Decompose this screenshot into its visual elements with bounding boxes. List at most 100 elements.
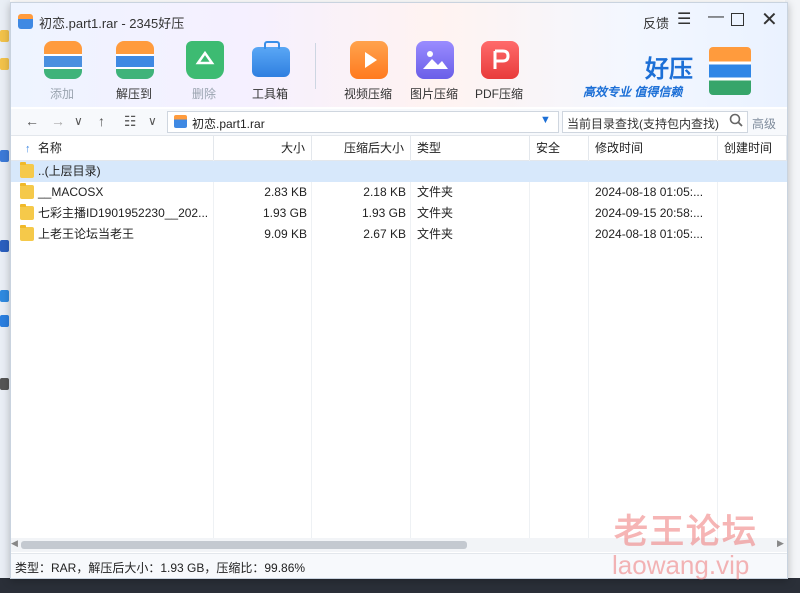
row-name: 上老王论坛当老王 (38, 227, 135, 241)
delete-label: 删除 (191, 87, 216, 101)
window-title: 初恋.part1.rar - 2345好压 (39, 16, 185, 31)
row-modified: 2024-08-18 01:05:... (595, 185, 704, 199)
column-name-label: 名称 (37, 141, 62, 155)
row-size: 2.83 KB (264, 185, 307, 199)
image-compress-label: 图片压缩 (409, 87, 458, 101)
column-header-security[interactable]: 安全 (530, 136, 589, 160)
row-packed-size: 2.18 KB (363, 185, 406, 199)
back-button[interactable]: ← (25, 113, 39, 129)
title-bar[interactable]: 初恋.part1.rar - 2345好压 反馈 ☰ — ✕ (11, 3, 787, 39)
image-compress-icon (416, 41, 454, 79)
toolbar-separator (315, 43, 316, 89)
view-mode-dropdown[interactable]: ∨ (148, 114, 157, 128)
folder-icon (20, 183, 34, 199)
path-dropdown-icon[interactable]: ▼ (540, 114, 551, 126)
status-bar: 类型：RAR，解压后大小：1.93 GB，压缩比：99.86% (11, 553, 787, 578)
minimize-button[interactable]: — (708, 8, 724, 26)
video-compress-icon (350, 41, 388, 79)
advanced-search-link[interactable]: 高级 (752, 115, 776, 132)
haozip-app-icon (18, 14, 33, 29)
add-label: 添加 (49, 87, 74, 101)
column-header-packed-size[interactable]: 压缩后大小 (312, 136, 411, 160)
image-compress-button[interactable]: 图片压缩 (403, 41, 465, 105)
row-type: 文件夹 (417, 206, 454, 220)
desktop-folder-icon (0, 30, 9, 42)
row-type: 文件夹 (417, 227, 454, 241)
table-row[interactable]: __MACOSX 2.83 KB 2.18 KB 文件夹 2024-08-18 … (11, 182, 787, 203)
brand-logo: 好压 高效专业 值得信赖 (581, 47, 781, 107)
pdf-compress-label: PDF压缩 (474, 87, 523, 101)
feedback-link[interactable]: 反馈 (643, 13, 669, 32)
maximize-button[interactable] (731, 13, 744, 26)
table-row[interactable]: ..(上层目录) (11, 161, 787, 182)
view-mode-button[interactable]: ☷ (124, 113, 137, 130)
brand-name: 好压 (645, 56, 693, 83)
add-button[interactable]: 添加 (31, 41, 93, 105)
column-header-modified[interactable]: 修改时间 (589, 136, 718, 160)
desktop-app-icon (0, 378, 9, 390)
column-header-created[interactable]: 创建时间 (718, 136, 787, 160)
search-placeholder: 当前目录查找(支持包内查找) (567, 117, 719, 131)
column-header-size[interactable]: 大小 (214, 136, 312, 160)
up-button[interactable]: ↑ (98, 113, 105, 129)
desktop-app-icon (0, 150, 9, 162)
table-row[interactable]: 七彩主播ID1901952230__202... 1.93 GB 1.93 GB… (11, 203, 787, 224)
row-modified: 2024-09-15 20:58:... (595, 206, 704, 220)
row-name: 七彩主播ID1901952230__202... (38, 206, 209, 220)
toolbox-icon (252, 41, 290, 77)
delete-button[interactable]: 删除 (173, 41, 235, 105)
file-table: ↑ 名称 大小 压缩后大小 类型 安全 修改时间 创建时间 ..(上层目录) _… (11, 136, 787, 538)
extract-to-icon (116, 41, 154, 79)
horizontal-scrollbar[interactable]: ◀ ▶ (11, 538, 787, 552)
row-packed-size: 2.67 KB (363, 227, 406, 241)
desktop-folder-icon (0, 58, 9, 70)
table-row[interactable]: 上老王论坛当老王 9.09 KB 2.67 KB 文件夹 2024-08-18 … (11, 224, 787, 245)
history-dropdown-button[interactable]: ∨ (74, 114, 83, 128)
search-icon[interactable] (729, 113, 743, 132)
desktop-music-icon (0, 315, 9, 327)
desktop-app-icon (0, 290, 9, 302)
folder-icon (20, 162, 34, 178)
scroll-left-icon[interactable]: ◀ (11, 538, 18, 549)
row-modified: 2024-08-18 01:05:... (595, 227, 704, 241)
archive-icon (174, 115, 187, 128)
scroll-right-icon[interactable]: ▶ (777, 538, 784, 549)
haozip-logo-icon (709, 47, 751, 95)
folder-icon (20, 204, 34, 220)
row-name: __MACOSX (38, 185, 104, 199)
path-field[interactable]: 初恋.part1.rar ▼ (167, 111, 559, 133)
path-text: 初恋.part1.rar (192, 117, 265, 131)
add-package-icon (44, 41, 82, 79)
extract-to-label: 解压到 (115, 87, 152, 101)
desktop-app-icon (0, 240, 9, 252)
row-size: 9.09 KB (264, 227, 307, 241)
close-button[interactable]: ✕ (761, 7, 778, 32)
video-compress-button[interactable]: 视频压缩 (337, 41, 399, 105)
recycle-delete-icon (186, 41, 224, 79)
address-bar: ← → ∨ ↑ ☷ ∨ 初恋.part1.rar ▼ 当前目录查找(支持包内查找… (11, 109, 787, 136)
menu-button[interactable]: ☰ (677, 9, 691, 29)
scroll-thumb[interactable] (21, 541, 467, 549)
row-name: ..(上层目录) (38, 164, 101, 178)
extract-to-button[interactable]: 解压到 (103, 41, 165, 105)
desktop-bottom-strip (0, 578, 800, 593)
pdf-compress-button[interactable]: PDF压缩 (468, 41, 530, 105)
row-packed-size: 1.93 GB (361, 206, 406, 220)
archive-window: 初恋.part1.rar - 2345好压 反馈 ☰ — ✕ 添加 解压到 删除… (10, 2, 788, 579)
desktop-left-strip (0, 0, 10, 593)
column-header-type[interactable]: 类型 (411, 136, 530, 160)
toolbox-label: 工具箱 (251, 87, 288, 101)
video-compress-label: 视频压缩 (343, 87, 392, 101)
toolbox-button[interactable]: 工具箱 (239, 41, 301, 105)
row-size: 1.93 GB (262, 206, 307, 220)
folder-icon (20, 225, 34, 241)
search-input[interactable]: 当前目录查找(支持包内查找) (562, 111, 748, 133)
row-type: 文件夹 (417, 185, 454, 199)
sort-asc-icon: ↑ (25, 143, 31, 155)
pdf-compress-icon (481, 41, 519, 79)
brand-slogan: 高效专业 值得信赖 (583, 85, 683, 99)
table-header: ↑ 名称 大小 压缩后大小 类型 安全 修改时间 创建时间 (11, 136, 787, 161)
forward-button[interactable]: → (51, 113, 65, 129)
column-header-name[interactable]: ↑ 名称 (11, 136, 214, 160)
status-text: 类型：RAR，解压后大小：1.93 GB，压缩比：99.86% (15, 561, 306, 575)
